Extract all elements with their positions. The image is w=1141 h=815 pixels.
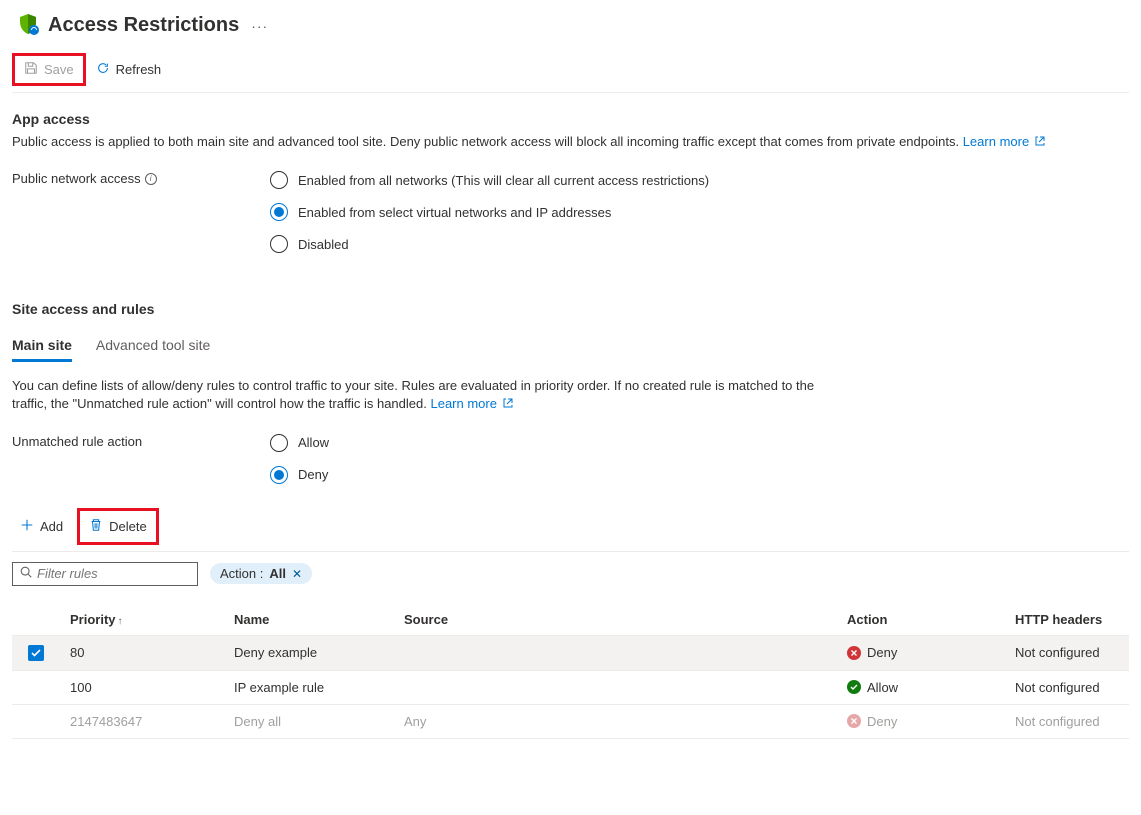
cell-name: Deny example <box>228 635 398 670</box>
refresh-icon <box>96 61 110 78</box>
cell-name: Deny all <box>228 704 398 738</box>
option-allow[interactable]: Allow <box>270 434 329 452</box>
col-name[interactable]: Name <box>228 604 398 636</box>
col-source[interactable]: Source <box>398 604 841 636</box>
filter-row: Action : All ✕ <box>12 562 1129 586</box>
unmatched-rule-options: Allow Deny <box>270 434 329 484</box>
divider <box>12 551 1129 552</box>
cell-priority: 80 <box>64 635 228 670</box>
tab-main-site[interactable]: Main site <box>12 331 72 362</box>
cell-priority: 100 <box>64 670 228 704</box>
cell-source <box>398 670 841 704</box>
delete-button[interactable]: Delete <box>81 512 155 541</box>
cell-source <box>398 635 841 670</box>
rules-table: Priority↑ Name Source Action HTTP header… <box>12 604 1129 739</box>
table-header-row: Priority↑ Name Source Action HTTP header… <box>12 604 1129 636</box>
add-button[interactable]: Add <box>12 512 71 541</box>
search-icon <box>19 565 37 582</box>
col-priority[interactable]: Priority↑ <box>64 604 228 636</box>
site-access-learn-more[interactable]: Learn more <box>430 396 512 411</box>
deny-icon <box>847 714 861 728</box>
cell-http: Not configured <box>1009 670 1129 704</box>
app-access-heading: App access <box>12 111 1129 127</box>
external-link-icon <box>501 396 513 411</box>
cell-priority: 2147483647 <box>64 704 228 738</box>
filter-input[interactable] <box>37 566 191 581</box>
allow-icon <box>847 680 861 694</box>
save-icon <box>24 61 38 78</box>
col-action[interactable]: Action <box>841 604 1009 636</box>
site-access-description: You can define lists of allow/deny rules… <box>12 377 832 413</box>
deny-icon <box>847 646 861 660</box>
app-access-description: Public access is applied to both main si… <box>12 133 1129 151</box>
option-all-networks[interactable]: Enabled from all networks (This will cle… <box>270 171 709 189</box>
site-access-heading: Site access and rules <box>12 301 1129 317</box>
external-link-icon <box>1033 134 1045 149</box>
highlight-delete: Delete <box>77 508 159 545</box>
cell-name: IP example rule <box>228 670 398 704</box>
plus-icon <box>20 518 34 535</box>
option-select-networks[interactable]: Enabled from select virtual networks and… <box>270 203 709 221</box>
save-button[interactable]: Save <box>16 57 82 82</box>
app-access-learn-more[interactable]: Learn more <box>963 134 1045 149</box>
table-row[interactable]: 2147483647 Deny all Any Deny Not configu… <box>12 704 1129 738</box>
row-checkbox[interactable] <box>28 645 44 661</box>
cell-http: Not configured <box>1009 635 1129 670</box>
close-icon[interactable]: ✕ <box>292 567 302 581</box>
public-network-access-field: Public network access i Enabled from all… <box>12 171 1129 253</box>
trash-icon <box>89 518 103 535</box>
radio-icon <box>270 434 288 452</box>
rule-actions: Add Delete <box>12 508 1129 545</box>
unmatched-rule-label: Unmatched rule action <box>12 434 270 449</box>
col-http[interactable]: HTTP headers <box>1009 604 1129 636</box>
page-header: Access Restrictions ··· <box>12 8 1129 51</box>
cell-http: Not configured <box>1009 704 1129 738</box>
radio-icon <box>270 466 288 484</box>
filter-input-wrap[interactable] <box>12 562 198 586</box>
unmatched-rule-field: Unmatched rule action Allow Deny <box>12 434 1129 484</box>
cell-action: Deny <box>841 704 1009 738</box>
cell-action: Allow <box>841 670 1009 704</box>
highlight-save: Save <box>12 53 86 86</box>
public-network-access-options: Enabled from all networks (This will cle… <box>270 171 709 253</box>
option-deny[interactable]: Deny <box>270 466 329 484</box>
cell-action: Deny <box>841 635 1009 670</box>
refresh-label: Refresh <box>116 62 162 77</box>
page-title: Access Restrictions <box>48 14 239 37</box>
radio-icon <box>270 203 288 221</box>
tab-advanced-tool-site[interactable]: Advanced tool site <box>96 331 210 362</box>
toolbar: Save Refresh <box>12 51 1129 93</box>
info-icon[interactable]: i <box>145 173 157 185</box>
sort-asc-icon: ↑ <box>118 616 123 627</box>
option-disabled[interactable]: Disabled <box>270 235 709 253</box>
radio-icon <box>270 235 288 253</box>
cell-source: Any <box>398 704 841 738</box>
shield-icon <box>16 12 40 39</box>
table-row[interactable]: 100 IP example rule Allow Not configured <box>12 670 1129 704</box>
more-menu-icon[interactable]: ··· <box>247 18 272 34</box>
refresh-button[interactable]: Refresh <box>88 57 170 82</box>
public-network-access-label: Public network access i <box>12 171 270 186</box>
table-row[interactable]: 80 Deny example Deny Not configured <box>12 635 1129 670</box>
filter-pill-action[interactable]: Action : All ✕ <box>210 563 312 584</box>
save-label: Save <box>44 62 74 77</box>
site-tabs: Main site Advanced tool site <box>12 331 1129 363</box>
radio-icon <box>270 171 288 189</box>
